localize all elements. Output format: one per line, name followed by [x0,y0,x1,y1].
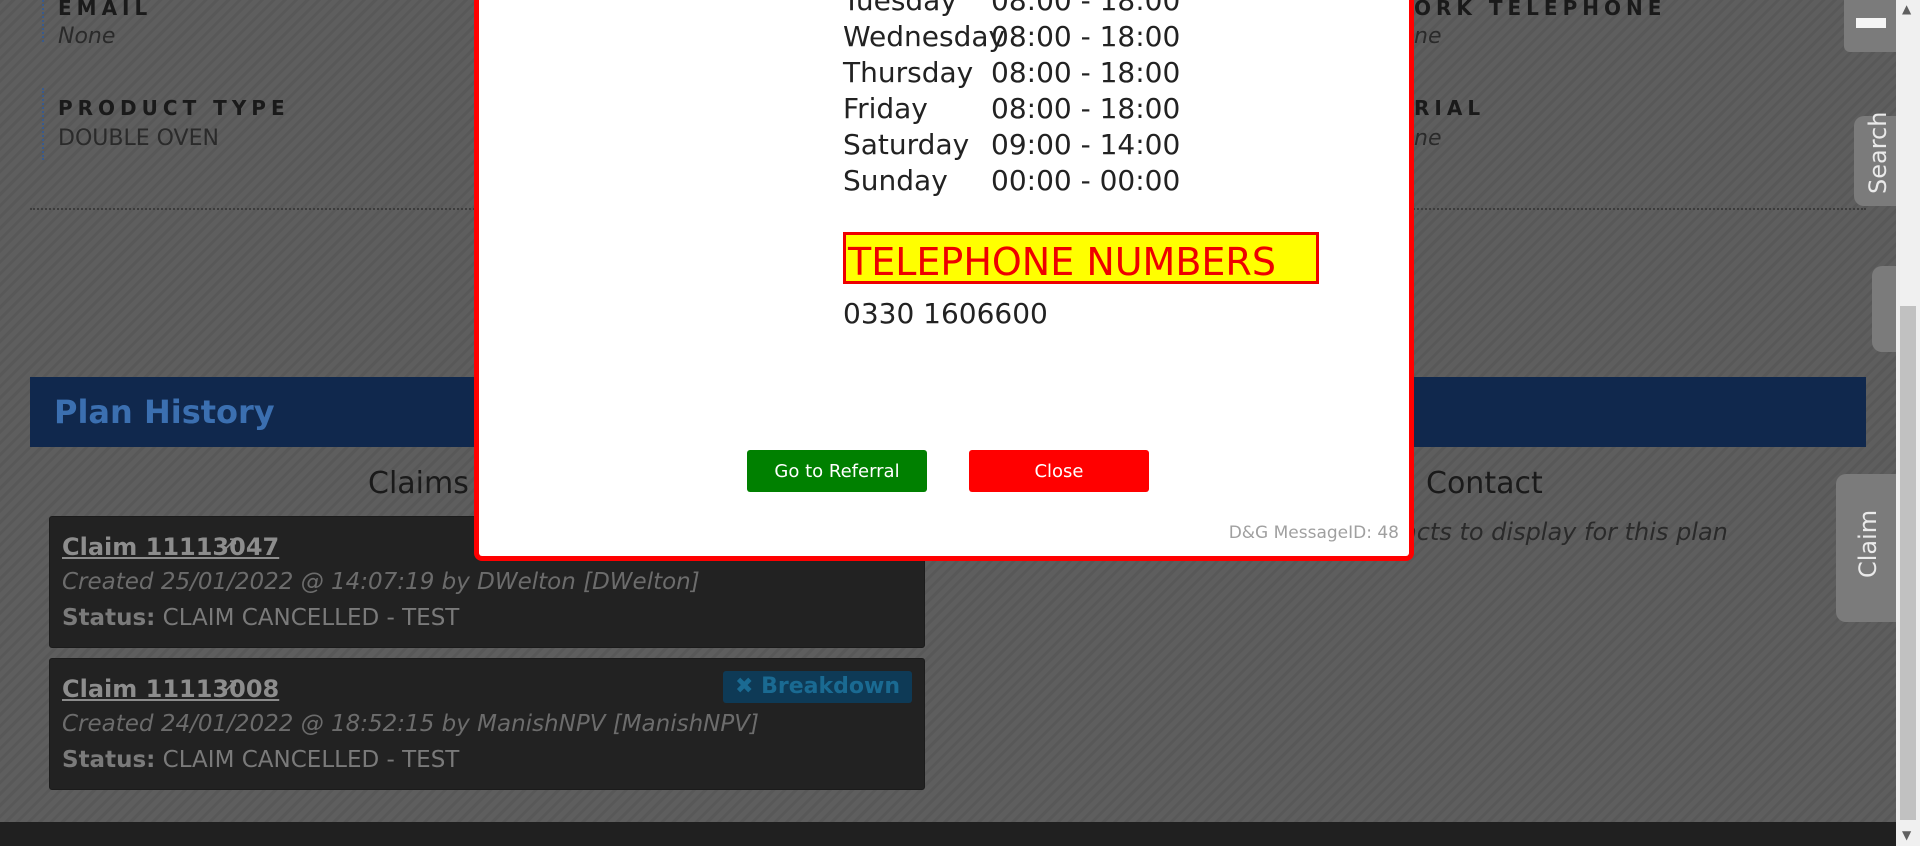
claim-status: Status: CLAIM CANCELLED - TEST [62,747,459,773]
status-value: CLAIM CANCELLED - TEST [162,747,460,773]
claim-status: Status: CLAIM CANCELLED - TEST [62,605,459,631]
status-label: Status: [62,747,156,773]
scrollbar-thumb[interactable] [1900,306,1916,820]
work-telephone-label: ORK TELEPHONE [1414,0,1667,20]
breakdown-badge: ✖ Breakdown [723,671,912,703]
close-button[interactable]: Close [969,450,1149,492]
external-link-icon[interactable]: ↗ [222,531,239,555]
minus-icon [1856,18,1886,28]
menu-tab[interactable] [1844,0,1896,52]
product-type-value: DOUBLE OVEN [58,126,219,151]
claim-tab-label: Claim [1854,509,1882,578]
search-tab[interactable]: Search [1854,112,1896,206]
work-telephone-value: ne [1414,24,1442,49]
side-tab-blank[interactable] [1872,266,1896,352]
telephone-number: 0330 1606600 [843,297,1048,330]
status-value: CLAIM CANCELLED - TEST [162,605,460,631]
day-label: Thursday [843,56,974,89]
badge-label: Breakdown [761,674,900,699]
contacts-heading: Contact [1426,466,1543,501]
page-background: EMAIL None PRODUCT TYPE DOUBLE OVEN ORK … [0,0,1896,846]
time-range: 08:00 - 18:00 [991,92,1181,125]
scroll-up-icon[interactable]: ▲ [1902,2,1911,16]
tools-icon: ✖ [735,674,754,699]
status-label: Status: [62,605,156,631]
telephone-heading: TELEPHONE NUMBERS [848,240,1276,284]
claims-heading: Claims [368,466,469,501]
scroll-down-icon[interactable]: ▼ [1902,828,1911,842]
plan-history-title: Plan History [54,393,275,431]
serial-value: ne [1414,126,1442,151]
no-contacts-text: acts to display for this plan [1402,518,1728,546]
telephone-heading-box: TELEPHONE NUMBERS [843,232,1319,284]
time-range: 08:00 - 18:00 [991,56,1181,89]
message-id: D&G MessageID: 48 [1228,523,1399,543]
external-link-icon[interactable]: ↗ [222,673,239,697]
search-tab-label: Search [1864,111,1892,194]
time-range: 09:00 - 14:00 [991,128,1181,161]
email-label: EMAIL [58,0,153,20]
day-label: Saturday [843,128,970,161]
field-divider [42,0,44,42]
day-label: Tuesday [843,0,957,17]
claim-card: Claim 11113008 ↗ ✖ Breakdown Created 24/… [49,658,925,790]
footer-bar [0,822,1896,846]
claim-link[interactable]: Claim 11113008 [62,675,279,703]
claim-tab[interactable]: Claim [1836,474,1896,622]
email-value: None [58,24,116,49]
vertical-scrollbar[interactable]: ▲ ▼ [1896,0,1920,846]
go-to-referral-button[interactable]: Go to Referral [747,450,927,492]
time-range: 08:00 - 18:00 [991,20,1181,53]
field-divider [42,88,44,160]
time-range: 08:00 - 18:00 [991,0,1181,17]
claim-link[interactable]: Claim 11113047 [62,533,279,561]
day-label: Wednesday [843,20,1006,53]
claim-created: Created 24/01/2022 @ 18:52:15 by ManishN… [62,711,759,737]
day-label: Sunday [843,164,948,197]
serial-label: RIAL [1414,96,1486,120]
opening-hours-modal: Tuesday 08:00 - 18:00 Wednesday 08:00 - 18… [474,0,1414,561]
claim-created: Created 25/01/2022 @ 14:07:19 by DWelton… [62,569,700,595]
product-type-label: PRODUCT TYPE [58,96,290,120]
time-range: 00:00 - 00:00 [991,164,1181,197]
day-label: Friday [843,92,928,125]
